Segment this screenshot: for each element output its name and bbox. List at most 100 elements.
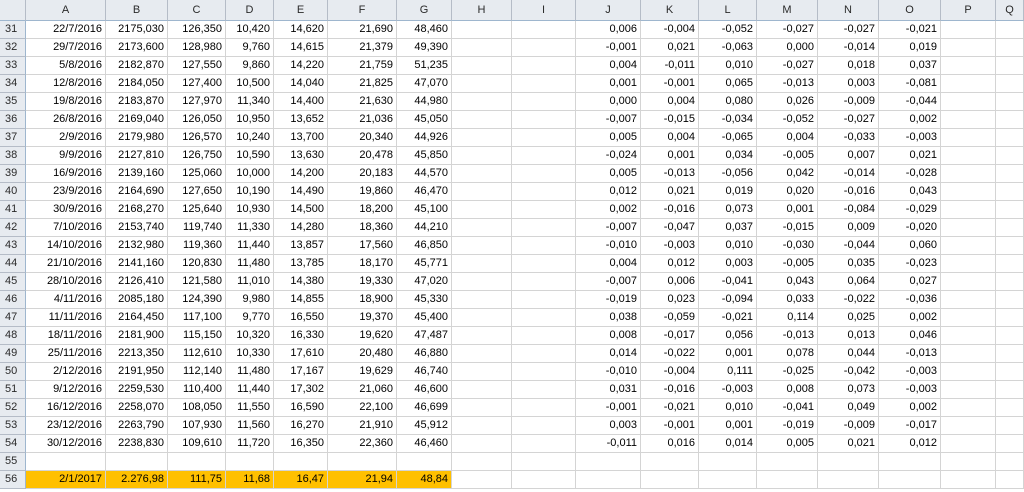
cell-g[interactable]: 46,699	[397, 399, 452, 417]
cell-i[interactable]	[512, 237, 576, 255]
cell-a[interactable]: 5/8/2016	[26, 57, 106, 75]
row-header[interactable]: 56	[0, 471, 26, 489]
cell-l[interactable]: -0,034	[699, 111, 757, 129]
cell-k[interactable]: 0,012	[641, 255, 699, 273]
cell-l[interactable]: 0,065	[699, 75, 757, 93]
cell-k[interactable]: -0,015	[641, 111, 699, 129]
cell-m[interactable]: 0,001	[757, 201, 818, 219]
cell-n[interactable]: -0,084	[818, 201, 879, 219]
cell-k[interactable]: -0,017	[641, 327, 699, 345]
cell-m[interactable]: -0,025	[757, 363, 818, 381]
cell-j[interactable]: 0,012	[576, 183, 641, 201]
cell-f[interactable]: 21,630	[328, 93, 397, 111]
column-header-a[interactable]: A	[26, 0, 106, 21]
cell-f[interactable]: 21,690	[328, 21, 397, 39]
cell-m[interactable]: -0,019	[757, 417, 818, 435]
cell-e[interactable]: 14,280	[274, 219, 328, 237]
cell-q[interactable]	[996, 381, 1024, 399]
cell-i[interactable]	[512, 471, 576, 489]
cell-d[interactable]: 10,330	[226, 345, 274, 363]
cell-o[interactable]: -0,021	[879, 21, 941, 39]
cell-k[interactable]	[641, 453, 699, 471]
cell-b[interactable]: 2179,980	[106, 129, 168, 147]
cell-k[interactable]: -0,011	[641, 57, 699, 75]
cell-o[interactable]: 0,060	[879, 237, 941, 255]
cell-l[interactable]: 0,034	[699, 147, 757, 165]
cell-i[interactable]	[512, 309, 576, 327]
row-header[interactable]: 36	[0, 111, 26, 129]
cell-k[interactable]: 0,021	[641, 183, 699, 201]
cell-j[interactable]: -0,010	[576, 363, 641, 381]
cell-c[interactable]: 125,640	[168, 201, 226, 219]
cell-c[interactable]: 120,830	[168, 255, 226, 273]
cell-c[interactable]: 127,400	[168, 75, 226, 93]
cell-q[interactable]	[996, 147, 1024, 165]
cell-e[interactable]: 14,620	[274, 21, 328, 39]
cell-g[interactable]: 49,390	[397, 39, 452, 57]
cell-b[interactable]: 2259,530	[106, 381, 168, 399]
column-header-e[interactable]: E	[274, 0, 328, 21]
cell-m[interactable]: 0,114	[757, 309, 818, 327]
cell-i[interactable]	[512, 273, 576, 291]
cell-j[interactable]: 0,005	[576, 129, 641, 147]
cell-p[interactable]	[941, 453, 996, 471]
cell-m[interactable]: -0,005	[757, 147, 818, 165]
cell-e[interactable]: 13,630	[274, 147, 328, 165]
cell-g[interactable]: 51,235	[397, 57, 452, 75]
cell-i[interactable]	[512, 129, 576, 147]
cell-j[interactable]: -0,007	[576, 219, 641, 237]
cell-i[interactable]	[512, 39, 576, 57]
cell-h[interactable]	[452, 453, 512, 471]
cell-a[interactable]: 28/10/2016	[26, 273, 106, 291]
cell-f[interactable]: 20,183	[328, 165, 397, 183]
column-header-o[interactable]: O	[879, 0, 941, 21]
cell-q[interactable]	[996, 345, 1024, 363]
cell-o[interactable]: 0,019	[879, 39, 941, 57]
cell-q[interactable]	[996, 39, 1024, 57]
cell-m[interactable]	[757, 453, 818, 471]
cell-d[interactable]: 9,770	[226, 309, 274, 327]
cell-h[interactable]	[452, 435, 512, 453]
cell-h[interactable]	[452, 183, 512, 201]
cell-a[interactable]: 19/8/2016	[26, 93, 106, 111]
cell-e[interactable]: 14,500	[274, 201, 328, 219]
cell-m[interactable]: -0,027	[757, 57, 818, 75]
cell-b[interactable]: 2.276,98	[106, 471, 168, 489]
cell-g[interactable]: 47,070	[397, 75, 452, 93]
cell-c[interactable]: 128,980	[168, 39, 226, 57]
cell-e[interactable]: 17,167	[274, 363, 328, 381]
cell-g[interactable]: 45,912	[397, 417, 452, 435]
cell-h[interactable]	[452, 129, 512, 147]
cell-g[interactable]: 45,771	[397, 255, 452, 273]
cell-g[interactable]: 48,84	[397, 471, 452, 489]
cell-i[interactable]	[512, 399, 576, 417]
column-header-c[interactable]: C	[168, 0, 226, 21]
cell-g[interactable]: 45,850	[397, 147, 452, 165]
cell-q[interactable]	[996, 93, 1024, 111]
cell-f[interactable]: 18,170	[328, 255, 397, 273]
cell-d[interactable]: 11,560	[226, 417, 274, 435]
cell-n[interactable]	[818, 453, 879, 471]
cell-p[interactable]	[941, 237, 996, 255]
cell-p[interactable]	[941, 255, 996, 273]
row-header[interactable]: 40	[0, 183, 26, 201]
cell-d[interactable]: 11,720	[226, 435, 274, 453]
cell-a[interactable]: 2/9/2016	[26, 129, 106, 147]
row-header[interactable]: 48	[0, 327, 26, 345]
cell-n[interactable]: -0,044	[818, 237, 879, 255]
cell-f[interactable]: 19,860	[328, 183, 397, 201]
cell-e[interactable]: 16,330	[274, 327, 328, 345]
cell-h[interactable]	[452, 111, 512, 129]
cell-c[interactable]: 126,050	[168, 111, 226, 129]
cell-e[interactable]: 16,270	[274, 417, 328, 435]
row-header[interactable]: 31	[0, 21, 26, 39]
cell-p[interactable]	[941, 147, 996, 165]
cell-b[interactable]: 2183,870	[106, 93, 168, 111]
cell-d[interactable]: 11,68	[226, 471, 274, 489]
cell-k[interactable]: -0,022	[641, 345, 699, 363]
cell-f[interactable]: 20,478	[328, 147, 397, 165]
cell-m[interactable]: -0,015	[757, 219, 818, 237]
cell-o[interactable]: 0,037	[879, 57, 941, 75]
cell-h[interactable]	[452, 165, 512, 183]
cell-o[interactable]	[879, 453, 941, 471]
